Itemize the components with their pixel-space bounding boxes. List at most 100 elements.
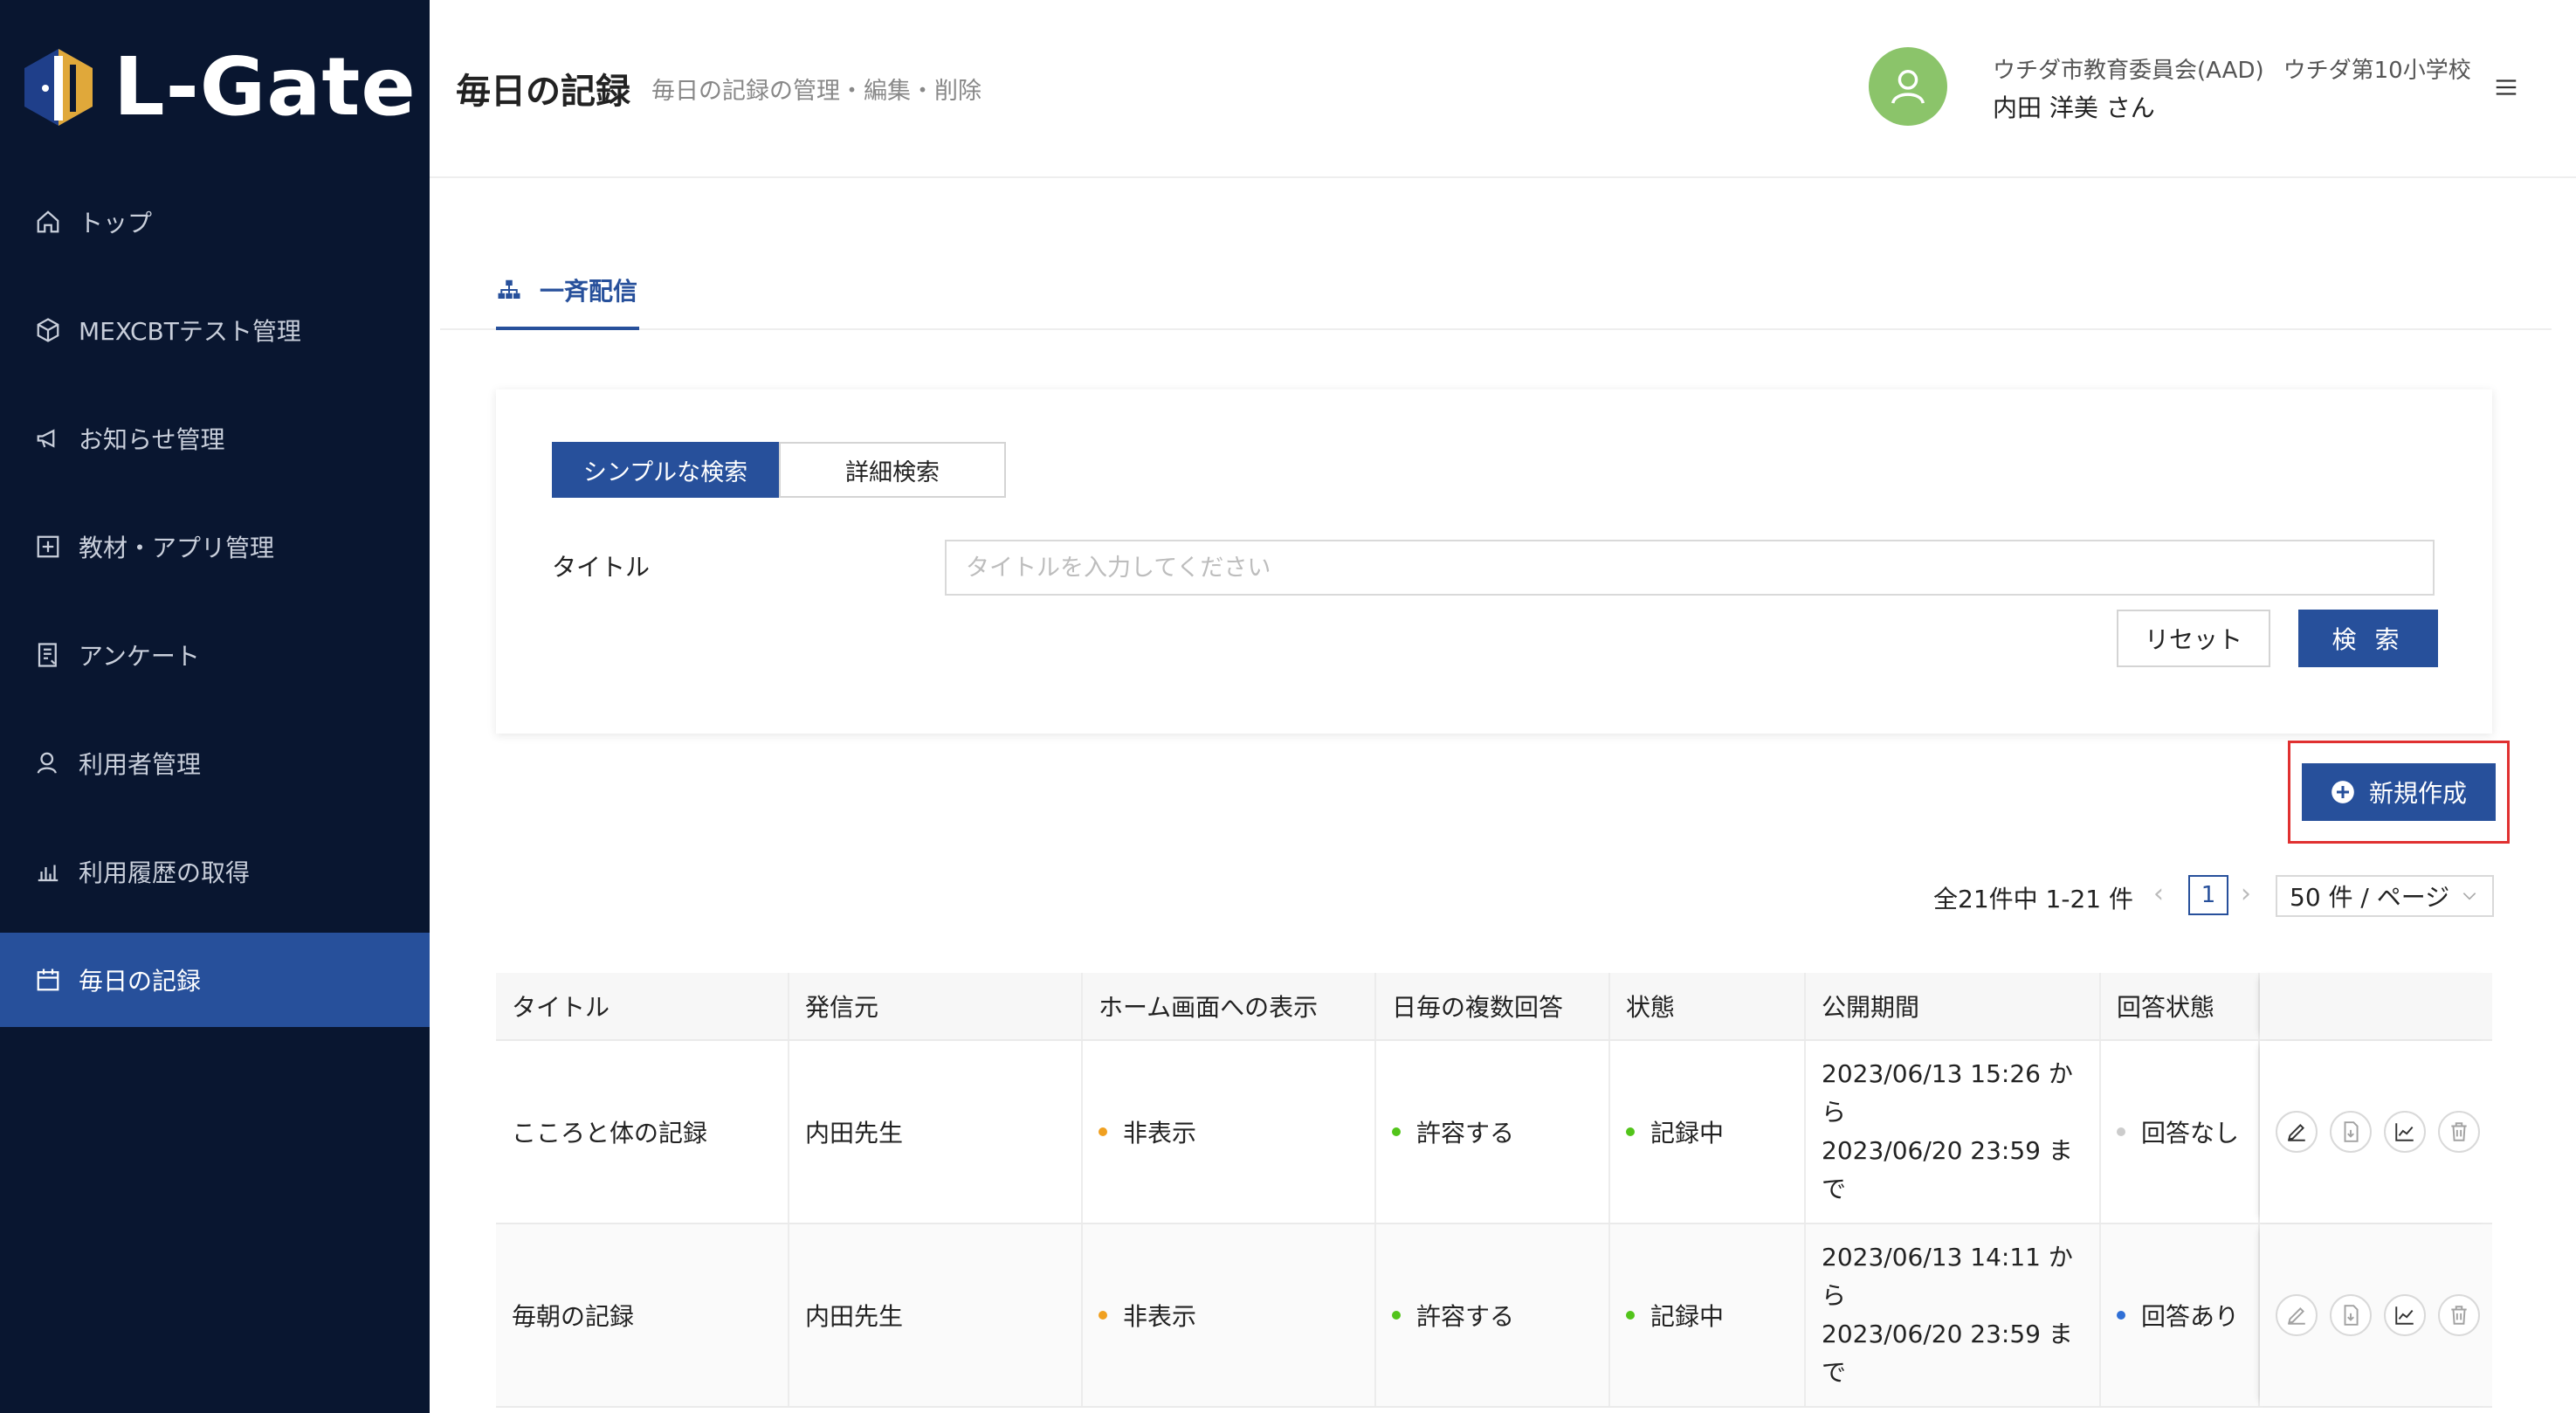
sidebar-item-notices[interactable]: お知らせ管理 <box>0 391 430 486</box>
answer-state-text: 回答あり <box>2141 1302 2240 1331</box>
cell-status: 記録中 <box>1610 1224 1806 1406</box>
cell-answer-state: 回答あり <box>2101 1224 2260 1406</box>
table-header: タイトル 発信元 ホーム画面への表示 日毎の複数回答 状態 公開期間 回答状態 <box>496 973 2492 1041</box>
export-button[interactable] <box>2330 1294 2372 1336</box>
period-line: ら <box>1822 1098 1847 1127</box>
search-button[interactable]: 検 索 <box>2298 610 2438 667</box>
column-header-title: タイトル <box>496 973 789 1039</box>
trash-icon <box>2451 1122 2467 1141</box>
cell-sender: 内田先生 <box>789 1041 1083 1223</box>
search-mode-toggle: シンプルな検索 詳細検索 <box>552 442 1006 498</box>
cell-actions <box>2260 1224 2492 1406</box>
sidebar-nav: トップ MEXCBTテスト管理 お知らせ管理 教材・アプリ管理 アンケート 利用… <box>0 175 430 1041</box>
edit-button[interactable] <box>2276 1111 2318 1153</box>
line-chart-icon <box>2395 1123 2414 1141</box>
home-display-text: 非表示 <box>1123 1119 1197 1148</box>
tab-bar: 一斉配信 <box>440 253 2552 330</box>
title-search-input[interactable] <box>945 540 2435 596</box>
per-page-select[interactable]: 50 件 / ページ <box>2276 875 2494 917</box>
export-button[interactable] <box>2330 1111 2372 1153</box>
edit-button[interactable] <box>2276 1294 2318 1336</box>
table-row[interactable]: こころと体の記録 内田先生 非表示 許容する 記録中 2023/06/13 15… <box>496 1041 2492 1224</box>
survey-icon <box>33 640 63 670</box>
create-new-label: 新規作成 <box>2368 779 2467 808</box>
status-dot-blue <box>2117 1311 2125 1320</box>
organization-info: ウチダ市教育委員会(AAD) ウチダ第10小学校 <box>1993 52 2471 85</box>
cell-actions <box>2260 1041 2492 1223</box>
tab-bulk-delivery[interactable]: 一斉配信 <box>496 253 640 330</box>
column-header-period: 公開期間 <box>1806 973 2101 1039</box>
simple-search-button[interactable]: シンプルな検索 <box>552 442 779 498</box>
status-dot-orange <box>1099 1311 1107 1320</box>
delete-button[interactable] <box>2438 1294 2480 1336</box>
current-page-button[interactable]: 1 <box>2188 875 2228 915</box>
plus-circle-icon <box>2331 781 2354 803</box>
sidebar-item-history[interactable]: 利用履歴の取得 <box>0 824 430 919</box>
period-line: ら <box>1822 1281 1847 1310</box>
chart-button[interactable] <box>2384 1294 2426 1336</box>
sitemap-icon <box>498 279 520 299</box>
sidebar-item-label: アンケート <box>79 642 200 671</box>
period-line: 2023/06/20 23:59 ま <box>1822 1136 2073 1165</box>
home-display-text: 非表示 <box>1123 1302 1197 1331</box>
pencil-icon <box>2287 1124 2305 1141</box>
sidebar-item-survey[interactable]: アンケート <box>0 608 430 702</box>
logo-text: L-Gate <box>114 40 417 134</box>
sidebar-item-mexcbt[interactable]: MEXCBTテスト管理 <box>0 283 430 377</box>
status-text: 記録中 <box>1650 1302 1725 1331</box>
column-header-status: 状態 <box>1610 973 1806 1039</box>
file-export-icon <box>2344 1305 2359 1326</box>
chevron-down-icon <box>2462 893 2476 900</box>
sidebar-item-users[interactable]: 利用者管理 <box>0 716 430 810</box>
cell-title: こころと体の記録 <box>496 1041 789 1223</box>
prev-page-icon[interactable]: ‹ <box>2153 879 2164 909</box>
multi-answer-text: 許容する <box>1416 1119 1515 1148</box>
avatar[interactable] <box>1869 47 1947 126</box>
title-label: タイトル <box>552 553 651 582</box>
status-dot-green <box>1626 1127 1635 1136</box>
answer-state-text: 回答なし <box>2141 1119 2240 1148</box>
cell-sender: 内田先生 <box>789 1224 1083 1406</box>
calendar-icon <box>33 965 63 995</box>
logo[interactable]: L-Gate <box>19 44 417 131</box>
page-title: 毎日の記録 <box>456 72 630 112</box>
period-line: で <box>1822 1358 1847 1387</box>
create-new-button[interactable]: 新規作成 <box>2302 763 2496 821</box>
status-text: 記録中 <box>1650 1119 1725 1148</box>
trash-icon <box>2451 1306 2467 1325</box>
detail-search-button[interactable]: 詳細検索 <box>779 442 1006 498</box>
column-header-sender: 発信元 <box>789 973 1083 1039</box>
cell-period: 2023/06/13 15:26 か ら 2023/06/20 23:59 ま … <box>1806 1041 2101 1223</box>
cell-title: 毎朝の記録 <box>496 1224 789 1406</box>
table-row[interactable]: 毎朝の記録 内田先生 非表示 許容する 記録中 2023/06/13 14:11… <box>496 1224 2492 1408</box>
org-name: ウチダ市教育委員会(AAD) <box>1993 58 2264 84</box>
cell-multi-answer: 許容する <box>1376 1041 1610 1223</box>
sidebar-item-label: 利用履歴の取得 <box>79 858 251 887</box>
delete-button[interactable] <box>2438 1111 2480 1153</box>
period-line: 2023/06/13 15:26 か <box>1822 1059 2073 1088</box>
column-header-actions <box>2260 973 2492 1039</box>
sidebar-item-daily-record[interactable]: 毎日の記録 <box>0 933 430 1027</box>
pagination-total: 全21件中 1-21 件 <box>1933 885 2133 913</box>
cell-period: 2023/06/13 14:11 か ら 2023/06/20 23:59 ま … <box>1806 1224 2101 1406</box>
column-header-home-display: ホーム画面への表示 <box>1083 973 1376 1039</box>
header: 毎日の記録 毎日の記録の管理・編集・削除 ウチダ市教育委員会(AAD) ウチダ第1… <box>430 0 2576 178</box>
period-line: 2023/06/13 14:11 か <box>1822 1243 2073 1272</box>
status-dot-green <box>1392 1311 1401 1320</box>
records-table: タイトル 発信元 ホーム画面への表示 日毎の複数回答 状態 公開期間 回答状態 … <box>496 973 2492 1408</box>
megaphone-icon <box>33 424 63 453</box>
cell-multi-answer: 許容する <box>1376 1224 1610 1406</box>
sidebar-item-label: お知らせ管理 <box>79 425 225 454</box>
next-page-icon[interactable]: › <box>2241 879 2251 909</box>
status-dot-green <box>1626 1311 1635 1320</box>
hamburger-menu-icon[interactable] <box>2490 72 2522 103</box>
sidebar-item-top[interactable]: トップ <box>0 175 430 269</box>
cell-home-display: 非表示 <box>1083 1224 1376 1406</box>
period-line: 2023/06/20 23:59 ま <box>1822 1320 2073 1348</box>
cube-icon <box>33 315 63 345</box>
user-name: 内田 洋美 さん <box>1993 93 2155 122</box>
sidebar-item-materials[interactable]: 教材・アプリ管理 <box>0 500 430 594</box>
reset-button[interactable]: リセット <box>2117 610 2270 667</box>
chart-button[interactable] <box>2384 1111 2426 1153</box>
row-actions <box>2276 1111 2480 1153</box>
